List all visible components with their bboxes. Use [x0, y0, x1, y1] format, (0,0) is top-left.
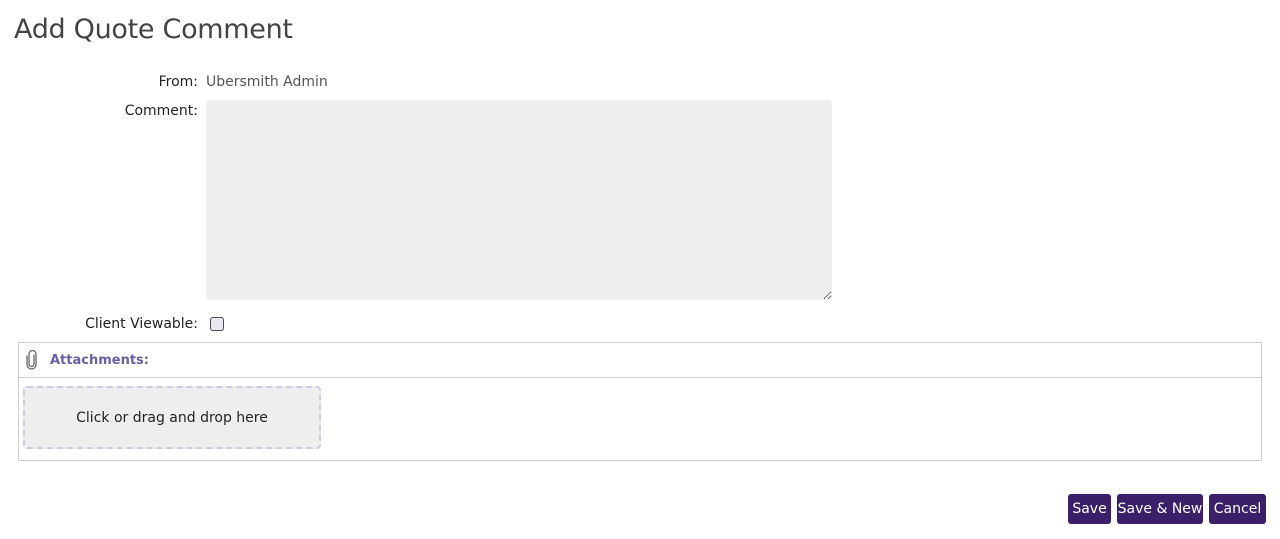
- paperclip-icon: [25, 349, 39, 370]
- save-button[interactable]: Save: [1068, 494, 1111, 524]
- comment-textarea[interactable]: [206, 100, 832, 300]
- attachment-dropzone[interactable]: Click or drag and drop here: [23, 386, 321, 449]
- dropzone-text: Click or drag and drop here: [76, 409, 268, 426]
- attachments-title: Attachments:: [50, 353, 149, 368]
- client-viewable-label: Client Viewable:: [85, 316, 198, 332]
- from-value: Ubersmith Admin: [206, 74, 328, 90]
- add-quote-comment-page: Add Quote Comment From: Ubersmith Admin …: [0, 0, 1280, 539]
- save-and-new-button[interactable]: Save & New: [1117, 494, 1203, 524]
- page-title: Add Quote Comment: [14, 14, 293, 45]
- comment-label: Comment:: [124, 103, 198, 119]
- attachments-header: Attachments:: [19, 343, 1261, 378]
- attachments-panel: Attachments: Click or drag and drop here: [18, 342, 1262, 461]
- client-viewable-checkbox[interactable]: [210, 317, 224, 331]
- from-label: From:: [158, 74, 198, 90]
- cancel-button[interactable]: Cancel: [1209, 494, 1266, 524]
